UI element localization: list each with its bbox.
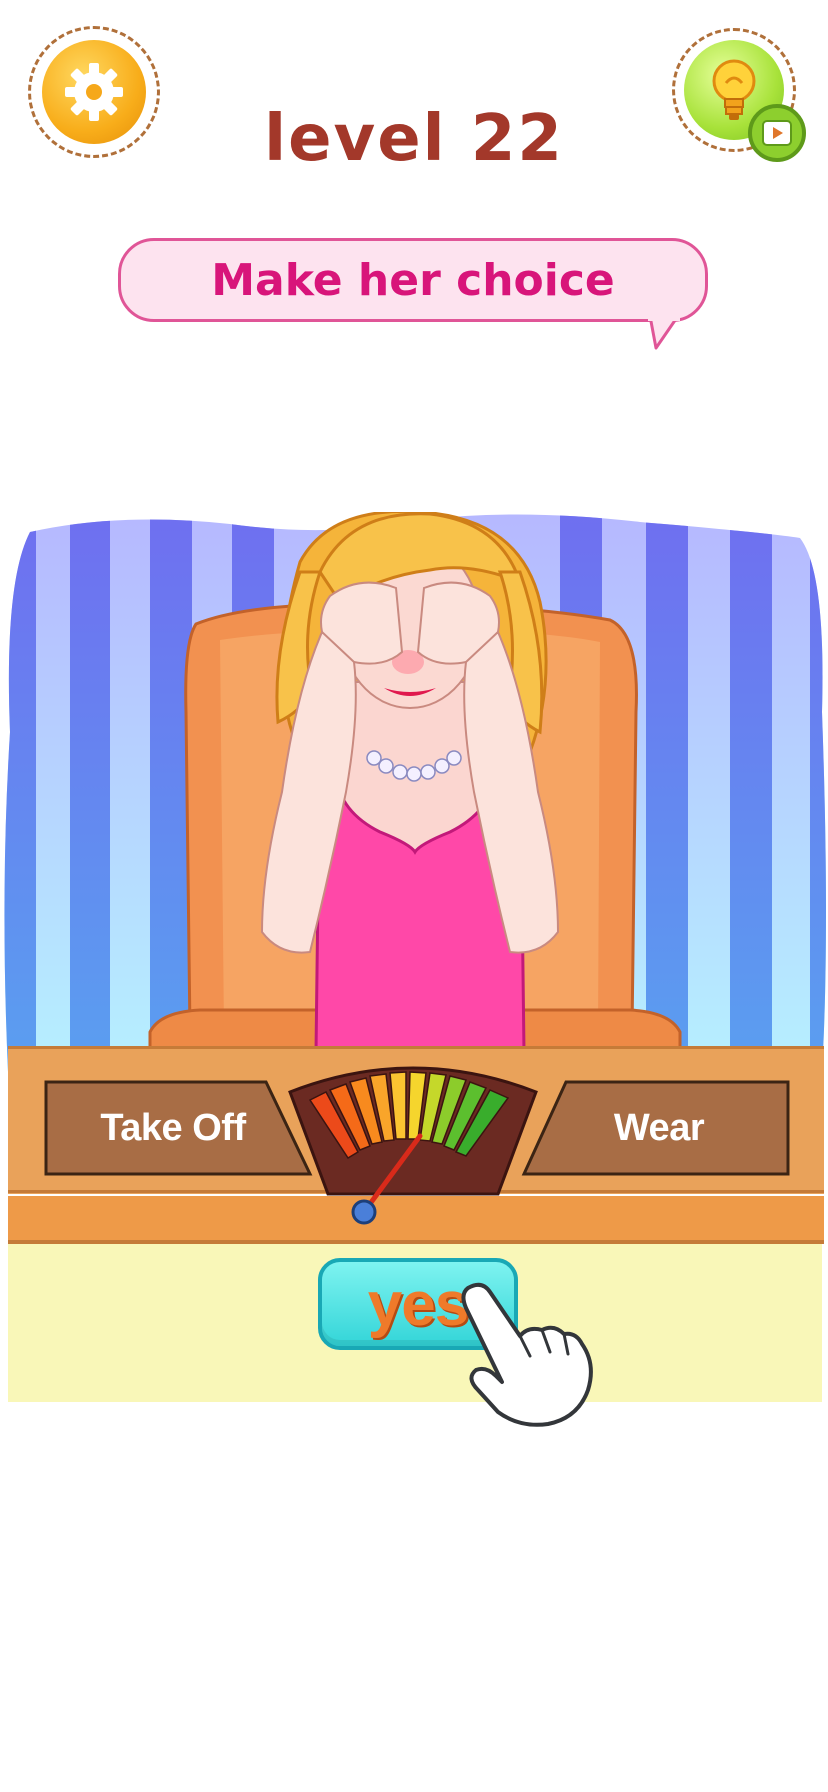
meter-pivot: [351, 1199, 377, 1225]
choice-meter: [288, 1066, 538, 1225]
instruction-text: Make her choice: [211, 254, 615, 306]
take-off-label: Take Off: [100, 1106, 246, 1149]
desk-edge-line: [8, 1046, 824, 1049]
instruction-bubble: Make her choice: [118, 238, 708, 322]
pointing-hand-icon: [461, 1282, 593, 1427]
wear-label: Wear: [613, 1106, 705, 1149]
yes-button-label: yes: [367, 1269, 469, 1339]
bubble-tail: [648, 316, 680, 350]
level-title: level 22: [264, 102, 564, 176]
